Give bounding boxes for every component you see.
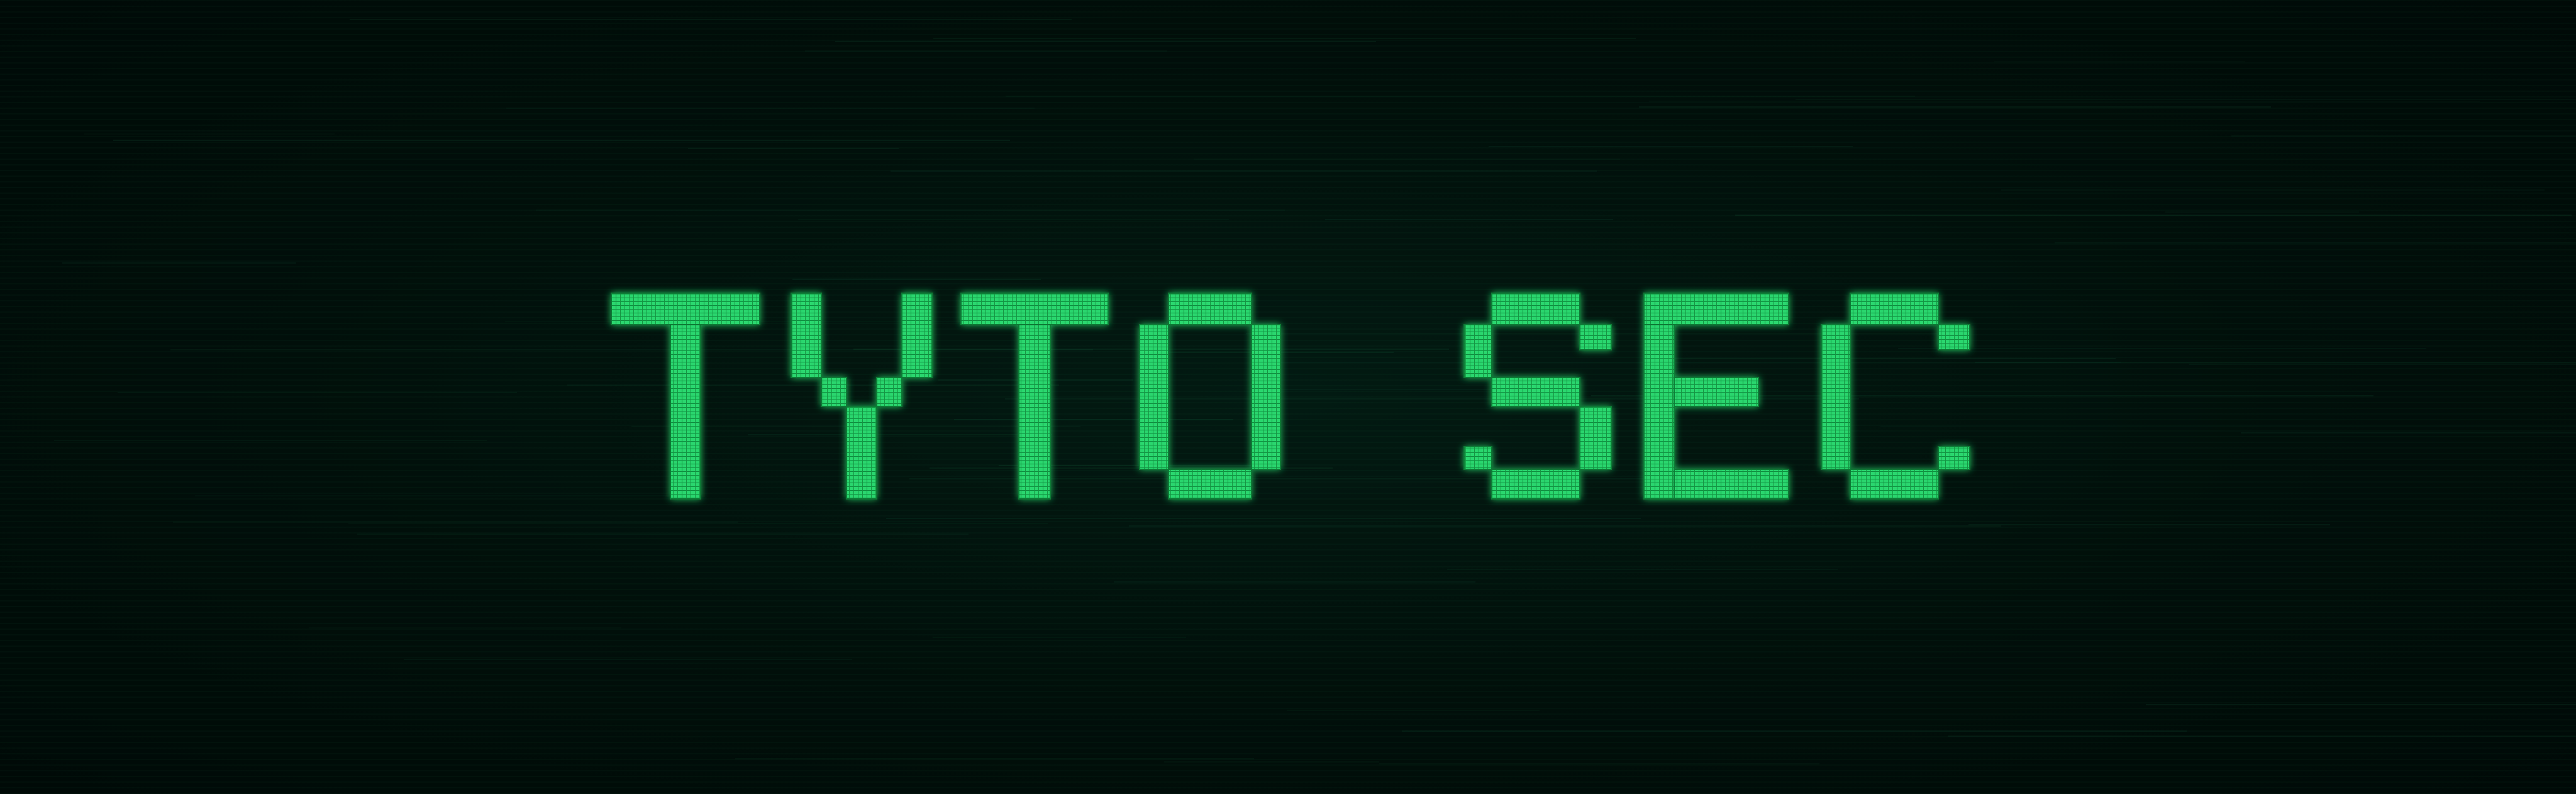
letter-s-block xyxy=(1491,377,1580,407)
letter-c-block xyxy=(1938,324,1970,350)
letter-t-1-block xyxy=(670,324,701,500)
letter-t-2-block xyxy=(1018,324,1051,500)
letter-t-1 xyxy=(611,293,760,500)
letter-c-block xyxy=(1850,293,1939,325)
letter-o xyxy=(1139,293,1281,500)
letter-y-block xyxy=(821,377,847,407)
letter-y xyxy=(791,293,933,500)
letter-c-block xyxy=(1850,469,1939,500)
letter-c xyxy=(1821,293,1970,500)
letter-s-block xyxy=(1463,446,1492,470)
letter-s-block xyxy=(1579,324,1612,350)
letter-c-block xyxy=(1938,446,1970,470)
letter-s-block xyxy=(1491,469,1580,500)
letter-o-block xyxy=(1168,469,1252,500)
letter-e-block xyxy=(1674,469,1789,500)
letter-o-block xyxy=(1168,293,1252,325)
letter-e xyxy=(1643,293,1789,500)
letter-t-2 xyxy=(960,293,1109,500)
letter-s-block xyxy=(1463,324,1492,378)
letter-y-block xyxy=(901,293,933,378)
pixel-wordmark xyxy=(611,293,1970,500)
letter-y-block xyxy=(791,293,822,378)
letter-o-block xyxy=(1251,324,1281,470)
letter-y-block xyxy=(876,377,902,407)
letter-s xyxy=(1463,293,1612,500)
letter-e-block xyxy=(1643,324,1675,500)
logo-banner: TYTO SEC xyxy=(0,0,2576,794)
letter-c-block xyxy=(1821,324,1851,470)
letter-y-block xyxy=(846,406,877,500)
letter-t-1-block xyxy=(611,293,760,325)
letter-o-block xyxy=(1139,324,1169,470)
letter-s-block xyxy=(1491,293,1580,325)
letter-s-block xyxy=(1579,406,1612,470)
letter-e-block xyxy=(1674,377,1759,407)
letter-e-block xyxy=(1643,293,1789,325)
letter-t-2-block xyxy=(960,293,1109,325)
